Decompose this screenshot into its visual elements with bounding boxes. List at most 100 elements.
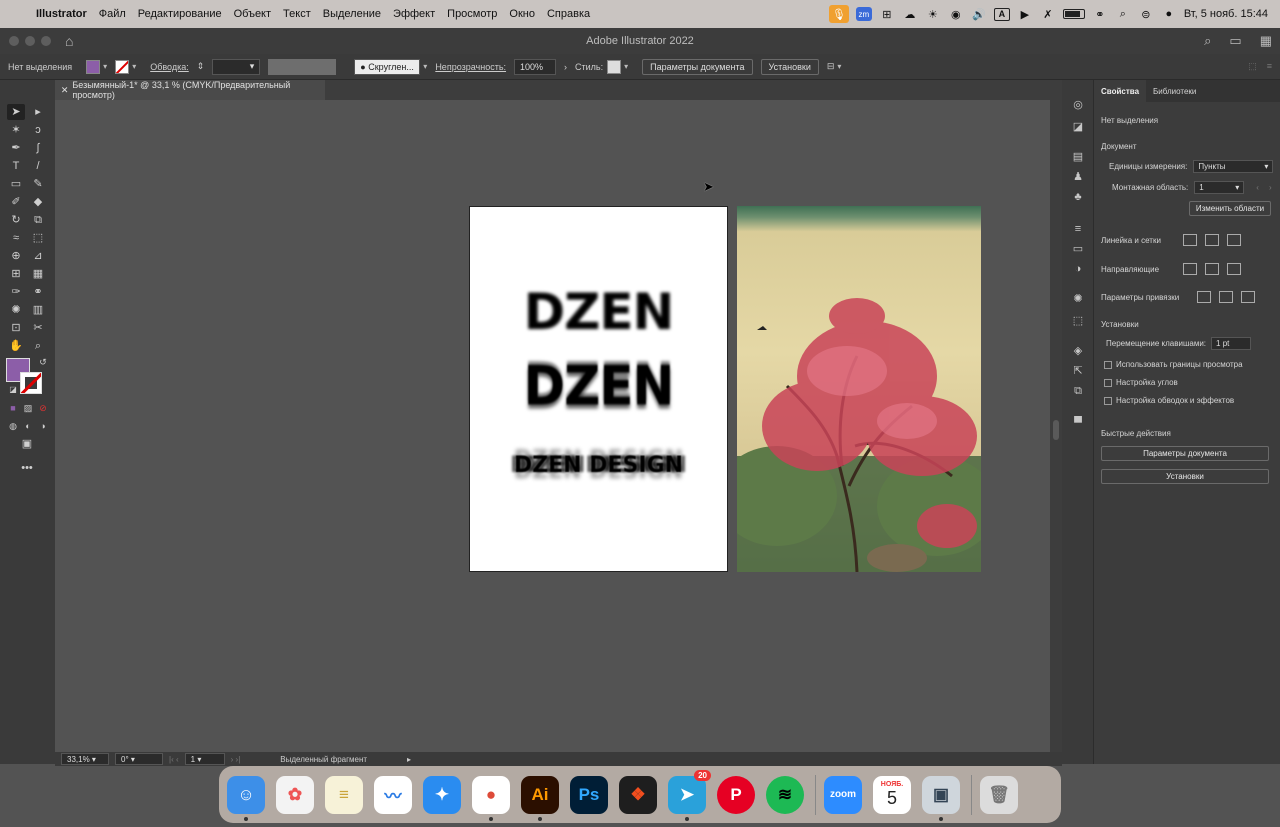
keyboard-increment-field[interactable]: 1 pt: [1211, 337, 1252, 350]
blend-tool-icon[interactable]: ⚭: [29, 284, 47, 300]
appearance-panel-icon[interactable]: ◎: [1070, 98, 1086, 112]
tab-libraries[interactable]: Библиотеки: [1146, 80, 1203, 102]
dock-figma[interactable]: ❖: [619, 775, 657, 814]
search-icon[interactable]: ⌕: [1204, 33, 1211, 49]
ruler-icon[interactable]: [1183, 234, 1197, 246]
lock-guides-icon[interactable]: [1205, 263, 1219, 275]
grid-icon[interactable]: [1205, 234, 1219, 246]
battery-icon[interactable]: [1062, 9, 1085, 19]
layers-panel-icon[interactable]: ◈: [1070, 344, 1086, 358]
type-tool-icon[interactable]: T: [7, 158, 25, 174]
menu-type[interactable]: Текст: [277, 8, 317, 20]
puppet-panel-icon[interactable]: ♟: [1070, 170, 1086, 184]
home-icon[interactable]: ⌂: [65, 33, 73, 49]
dock-safari[interactable]: ✦: [423, 775, 461, 814]
siri-icon[interactable]: ●: [1161, 7, 1177, 21]
dock-notes[interactable]: ≡: [325, 775, 363, 814]
opacity-label[interactable]: Непрозрачность:: [435, 62, 506, 72]
swatches-panel-icon[interactable]: ▤: [1070, 150, 1086, 164]
fill-swatch[interactable]: [86, 59, 101, 74]
menu-file[interactable]: Файл: [93, 8, 132, 20]
arrange-icon[interactable]: ▦: [1260, 33, 1272, 49]
symbols-panel-icon[interactable]: ♣: [1070, 190, 1086, 204]
grid-status-icon[interactable]: ⊞: [879, 7, 895, 21]
edit-toolbar-icon[interactable]: •••: [18, 460, 36, 476]
comments-panel-icon[interactable]: ▀: [1070, 416, 1086, 430]
cloud-icon[interactable]: ☁: [902, 7, 918, 21]
preview-bounds-checkbox[interactable]: [1104, 360, 1112, 369]
panel-options-icon[interactable]: ≡: [1267, 61, 1272, 72]
document-setup-button[interactable]: Параметры документа: [642, 58, 753, 75]
chevron-down-icon[interactable]: ▾: [132, 62, 136, 71]
snap-to-glyph-icon[interactable]: [1241, 291, 1255, 303]
bluetooth-icon[interactable]: ✗: [1040, 7, 1056, 21]
artboard-nav-next-icon[interactable]: › ›|: [231, 755, 241, 764]
gradient-tool-icon[interactable]: ▦: [29, 266, 47, 282]
scale-tool-icon[interactable]: ⧉: [29, 212, 47, 228]
zoom-tool-icon[interactable]: ⌕: [29, 338, 47, 354]
column-graph-tool-icon[interactable]: ▥: [29, 302, 47, 318]
dock-photoshop[interactable]: Ps: [570, 775, 608, 814]
transform-panel-icon[interactable]: ⬚: [1070, 314, 1086, 328]
menubar-clock[interactable]: Вт, 5 нояб. 15:44: [1184, 8, 1268, 20]
microphone-icon[interactable]: 🎙: [828, 5, 849, 23]
slice-tool-icon[interactable]: ✂: [29, 320, 47, 336]
paintbrush-tool-icon[interactable]: ✎: [29, 176, 47, 192]
dzen-text-streaked[interactable]: DZEN: [470, 355, 727, 418]
preferences-button[interactable]: Установки: [760, 58, 819, 75]
shape-builder-tool-icon[interactable]: ⊕: [7, 248, 25, 264]
edit-artboards-button[interactable]: Изменить области: [1189, 201, 1271, 216]
document-tab[interactable]: ✕ Безымянный-1* @ 33,1 % (CMYK/Предварит…: [55, 80, 325, 100]
style-swatch[interactable]: [607, 59, 622, 74]
close-tab-icon[interactable]: ✕: [57, 85, 72, 96]
symbol-sprayer-tool-icon[interactable]: ✺: [7, 302, 25, 318]
align-icon[interactable]: ⊟: [827, 61, 835, 72]
volume-icon[interactable]: 🔊: [971, 7, 987, 21]
lasso-tool-icon[interactable]: ↄ: [29, 122, 47, 138]
control-center-icon[interactable]: ⚭: [1092, 7, 1108, 21]
show-guides-icon[interactable]: [1183, 263, 1197, 275]
zoom-level-field[interactable]: 33,1% ▾: [61, 753, 109, 765]
chevron-down-icon[interactable]: ▾: [103, 62, 107, 71]
perspective-grid-tool-icon[interactable]: ⊿: [29, 248, 47, 264]
scrollbar-thumb[interactable]: [1053, 420, 1059, 440]
stroke-color-box[interactable]: [20, 372, 42, 394]
magic-wand-tool-icon[interactable]: ✶: [7, 122, 25, 138]
free-transform-tool-icon[interactable]: ⬚: [29, 230, 47, 246]
line-tool-icon[interactable]: /: [29, 158, 47, 174]
shaper-tool-icon[interactable]: ✐: [7, 194, 25, 210]
dzen-text-blurred[interactable]: DZEN: [470, 283, 727, 341]
switch-icon[interactable]: ⊜: [1138, 7, 1154, 21]
selection-tool-icon[interactable]: ➤: [7, 104, 25, 120]
rectangle-tool-icon[interactable]: ▭: [7, 176, 25, 192]
menu-object[interactable]: Объект: [228, 8, 277, 20]
dock-calendar[interactable]: НОЯБ. 5: [873, 775, 911, 814]
stroke-weight-field[interactable]: ▾: [212, 58, 261, 75]
swap-fill-stroke-icon[interactable]: ↺: [34, 354, 52, 370]
menu-window[interactable]: Окно: [503, 8, 541, 20]
none-mode-icon[interactable]: ⊘: [34, 400, 52, 416]
transparency-panel-icon[interactable]: ◑: [1070, 262, 1086, 276]
tab-properties[interactable]: Свойства: [1094, 80, 1147, 102]
status-menu-icon[interactable]: ▸: [407, 755, 411, 764]
dock-chrome[interactable]: ●: [472, 775, 510, 821]
rotation-field[interactable]: 0° ▾: [115, 753, 163, 765]
opacity-field[interactable]: 100%: [514, 58, 557, 75]
dock-photos[interactable]: ✿: [276, 775, 314, 814]
color-guide-panel-icon[interactable]: ✺: [1070, 292, 1086, 306]
stroke-swatch[interactable]: [115, 59, 130, 74]
chevron-down-icon[interactable]: ▾: [624, 62, 628, 71]
rotate-tool-icon[interactable]: ↻: [7, 212, 25, 228]
artboard-next-icon[interactable]: ›: [1269, 183, 1272, 192]
transparency-grid-icon[interactable]: [1227, 234, 1241, 246]
direct-selection-tool-icon[interactable]: ▸: [29, 104, 47, 120]
pen-tool-icon[interactable]: ✒: [7, 140, 25, 156]
width-tool-icon[interactable]: ≈: [7, 230, 25, 246]
menu-edit[interactable]: Редактирование: [132, 8, 228, 20]
chevron-down-icon[interactable]: ▾: [423, 62, 427, 71]
search-icon[interactable]: ⌕: [1115, 7, 1131, 21]
dock-spotify[interactable]: ≋: [766, 775, 804, 814]
artboard-select[interactable]: 1 ▾: [1194, 181, 1245, 194]
quick-document-setup-button[interactable]: Параметры документа: [1101, 446, 1269, 461]
menu-help[interactable]: Справка: [541, 8, 596, 20]
